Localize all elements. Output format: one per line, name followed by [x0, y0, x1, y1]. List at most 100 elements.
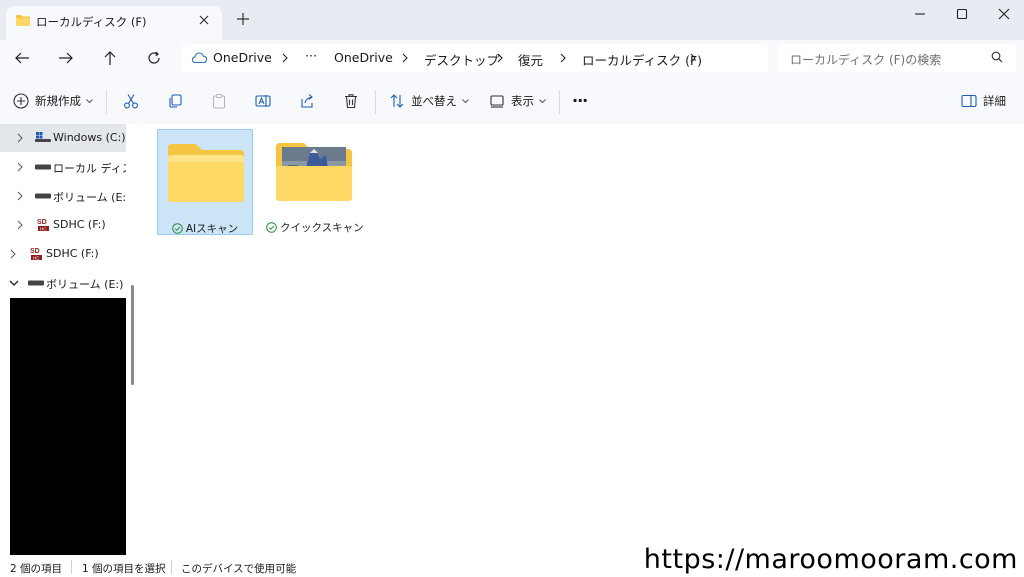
- up-arrow-icon[interactable]: [97, 48, 123, 68]
- divider: [375, 90, 376, 114]
- folder-with-image-icon: [274, 139, 354, 203]
- copy-button[interactable]: [167, 93, 183, 109]
- close-icon[interactable]: [198, 14, 210, 26]
- chevron-right-icon[interactable]: [10, 249, 16, 259]
- nav-item-windows-c[interactable]: Windows (C:): [0, 124, 126, 152]
- availability-status: このデバイスで使用可能: [181, 563, 297, 575]
- add-circle-icon: [13, 93, 29, 109]
- sort-button[interactable]: 並べ替え: [389, 93, 469, 109]
- folder-tile-quick-scan[interactable]: クイックスキャン: [266, 129, 364, 235]
- nav-item-sdhc-f-2[interactable]: SD HC SDHC (F:): [0, 240, 126, 268]
- nav-item-label: SDHC (F:): [46, 247, 99, 260]
- paste-button[interactable]: [211, 93, 227, 109]
- share-icon: [299, 93, 315, 109]
- folder-name: AIスキャン: [185, 223, 239, 235]
- view-label: 表示: [511, 94, 534, 108]
- search-placeholder: ローカルディスク (F)の検索: [790, 53, 942, 67]
- chevron-right-icon: [282, 53, 288, 63]
- drive-icon: [35, 193, 51, 199]
- nav-item-label: SDHC (F:): [53, 218, 106, 231]
- rename-icon: [255, 93, 271, 109]
- view-button[interactable]: 表示: [489, 93, 546, 109]
- folder-name: クイックスキャン: [280, 222, 364, 234]
- rename-button[interactable]: [255, 93, 271, 109]
- crumb-restore[interactable]: 復元: [518, 50, 543, 69]
- sd-card-icon: SD HC: [28, 246, 44, 262]
- search-icon[interactable]: [991, 51, 1003, 63]
- chevron-right-icon: [497, 53, 503, 63]
- crumb-onedrive[interactable]: OneDrive: [213, 50, 272, 65]
- sort-label: 並べ替え: [411, 94, 457, 108]
- new-label: 新規作成: [35, 94, 81, 108]
- item-count: 2 個の項目: [10, 563, 63, 575]
- nav-item-volume-e-2[interactable]: ボリューム (E:): [0, 269, 126, 297]
- svg-text:HC: HC: [33, 255, 40, 260]
- drive-icon: [35, 164, 51, 170]
- nav-item-volume-e[interactable]: ボリューム (E:): [0, 182, 126, 210]
- new-button[interactable]: 新規作成: [13, 93, 93, 109]
- sync-check-icon: [172, 223, 183, 234]
- window-close-icon[interactable]: [984, 4, 1024, 24]
- svg-text:HC: HC: [40, 226, 47, 231]
- crumb-desktop[interactable]: デスクトップ: [424, 50, 499, 69]
- command-bar: 新規作成 並べ替え 表示 ··· 詳細: [0, 80, 1024, 125]
- plus-icon[interactable]: [236, 12, 250, 26]
- folder-label: クイックスキャン: [266, 220, 364, 235]
- nav-item-label: ボリューム (E:): [46, 278, 124, 291]
- nav-item-label: ローカル ディスク (D:): [53, 162, 126, 175]
- breadcrumb[interactable]: OneDrive ··· OneDrive デスクトップ 復元 ローカルディスク…: [182, 44, 768, 72]
- share-button[interactable]: [299, 93, 315, 109]
- details-pane-icon: [961, 94, 977, 108]
- minimize-icon[interactable]: [900, 4, 940, 24]
- divider: [171, 560, 172, 574]
- chevron-down-icon: [539, 98, 546, 104]
- forward-arrow-icon[interactable]: [53, 48, 79, 68]
- refresh-icon[interactable]: [141, 48, 167, 68]
- divider: [559, 90, 560, 114]
- details-label: 詳細: [983, 94, 1006, 108]
- folder-tile-ai-scan[interactable]: AIスキャン: [157, 129, 253, 235]
- svg-text:SD: SD: [30, 248, 40, 255]
- chevron-down-icon[interactable]: [9, 280, 19, 286]
- view-icon: [489, 93, 505, 109]
- tab-title: ローカルディスク (F): [36, 15, 147, 29]
- back-arrow-icon[interactable]: [9, 48, 35, 68]
- divider: [71, 560, 72, 574]
- chevron-down-icon: [462, 98, 469, 104]
- chevron-right-icon[interactable]: [17, 191, 23, 201]
- chevron-right-icon[interactable]: [17, 162, 23, 172]
- delete-button[interactable]: [343, 93, 359, 109]
- folder-label: AIスキャン: [158, 221, 252, 236]
- crumb-local-disk[interactable]: ローカルディスク (F): [582, 50, 702, 69]
- cut-button[interactable]: [123, 93, 139, 109]
- chevron-down-icon: [86, 98, 93, 104]
- nav-item-label: ボリューム (E:): [53, 191, 126, 204]
- watermark-url: https://maroomooram.com: [643, 544, 1018, 575]
- chevron-right-icon[interactable]: [17, 220, 23, 230]
- redacted-region: [10, 298, 126, 555]
- divider: [106, 90, 107, 114]
- sort-icon: [389, 93, 405, 109]
- search-input[interactable]: ローカルディスク (F)の検索: [778, 44, 1016, 72]
- nav-item-label: Windows (C:): [53, 131, 126, 144]
- windows-drive-icon: [35, 131, 51, 143]
- chevron-right-icon[interactable]: [690, 53, 696, 63]
- maximize-icon[interactable]: [942, 4, 982, 24]
- copy-icon: [167, 93, 183, 109]
- chevron-right-icon[interactable]: [17, 133, 23, 143]
- details-button[interactable]: 詳細: [961, 93, 1006, 109]
- nav-item-sdhc-f[interactable]: SD HC SDHC (F:): [0, 211, 126, 239]
- chevron-right-icon: [402, 53, 408, 63]
- more-options-button[interactable]: ···: [572, 91, 588, 110]
- clipboard-icon: [211, 93, 227, 109]
- tab-local-disk[interactable]: ローカルディスク (F): [6, 6, 222, 40]
- scissors-icon: [123, 93, 139, 109]
- folder-icon: [166, 140, 246, 204]
- crumb-onedrive-2[interactable]: OneDrive: [334, 50, 393, 65]
- drive-icon: [28, 280, 44, 286]
- crumb-overflow[interactable]: ···: [305, 48, 317, 63]
- nav-item-local-disk-d[interactable]: ローカル ディスク (D:): [0, 153, 126, 181]
- nav-scrollbar[interactable]: [131, 285, 134, 385]
- sd-card-icon: SD HC: [35, 217, 51, 233]
- folder-icon: [16, 14, 30, 26]
